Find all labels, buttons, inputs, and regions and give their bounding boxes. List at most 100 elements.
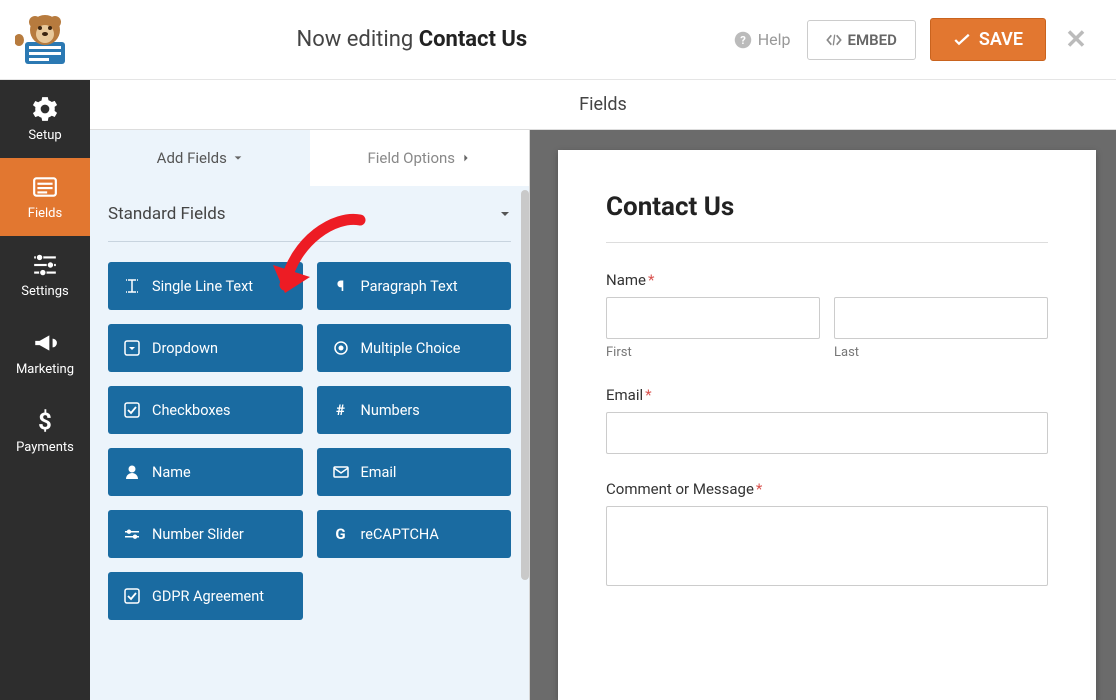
tab-field-options[interactable]: Field Options	[310, 130, 530, 186]
check-square-icon	[124, 588, 140, 604]
caret-square-icon	[124, 340, 140, 356]
left-nav: Setup Fields Settings Marketing $ Paymen…	[0, 80, 90, 700]
nav-label: Fields	[28, 206, 62, 221]
panel-header: Fields	[90, 80, 1116, 130]
field-number-slider[interactable]: Number Slider	[108, 510, 303, 558]
tab-label: Add Fields	[157, 149, 227, 167]
nav-marketing[interactable]: Marketing	[0, 314, 90, 392]
field-label: Single Line Text	[152, 278, 253, 295]
panel-scrollbar[interactable]	[521, 190, 529, 580]
first-name-input[interactable]	[606, 297, 820, 339]
help-icon: ?	[734, 31, 752, 49]
bullhorn-icon	[32, 330, 58, 356]
save-button[interactable]: SAVE	[930, 18, 1046, 61]
field-row-comment[interactable]: Comment or Message*	[606, 480, 1048, 590]
check-icon	[953, 33, 971, 47]
chevron-down-icon	[499, 208, 511, 220]
field-name[interactable]: Name	[108, 448, 303, 496]
last-name-input[interactable]	[834, 297, 1048, 339]
check-square-icon	[124, 402, 140, 418]
email-label: Email*	[606, 386, 1048, 404]
field-label: Dropdown	[152, 340, 218, 357]
slider-icon	[124, 526, 140, 542]
embed-label: EMBED	[848, 31, 897, 49]
required-marker: *	[648, 271, 654, 289]
field-grid: Single Line Text ¶ Paragraph Text Dropdo…	[90, 242, 529, 640]
comment-textarea[interactable]	[606, 506, 1048, 586]
nav-label: Marketing	[16, 362, 74, 377]
required-marker: *	[645, 386, 651, 404]
field-gdpr-agreement[interactable]: GDPR Agreement	[108, 572, 303, 620]
field-label: GDPR Agreement	[152, 588, 264, 605]
nav-payments[interactable]: $ Payments	[0, 392, 90, 470]
form-name: Contact Us	[419, 27, 528, 52]
required-marker: *	[756, 480, 762, 498]
chevron-down-icon	[233, 153, 243, 163]
field-label: Checkboxes	[152, 402, 231, 419]
section-standard-fields[interactable]: Standard Fields	[108, 186, 511, 242]
app-logo	[0, 0, 90, 80]
top-bar: Now editing Contact Us ? Help EMBED SAVE…	[0, 0, 1116, 80]
preview-area: Contact Us Name* First Last Email*	[530, 130, 1116, 700]
list-icon	[32, 174, 58, 200]
chevron-right-icon	[461, 153, 471, 163]
tab-add-fields[interactable]: Add Fields	[90, 130, 310, 186]
field-single-line-text[interactable]: Single Line Text	[108, 262, 303, 310]
save-label: SAVE	[979, 29, 1023, 50]
panel-tabs: Add Fields Field Options	[90, 130, 529, 186]
text-cursor-icon	[124, 278, 140, 294]
form-preview: Contact Us Name* First Last Email*	[558, 150, 1096, 700]
sliders-icon	[32, 252, 58, 278]
name-label: Name*	[606, 271, 1048, 289]
svg-text:?: ?	[740, 33, 746, 46]
field-label: Numbers	[361, 402, 420, 419]
field-label: Number Slider	[152, 526, 244, 543]
field-row-name[interactable]: Name* First Last	[606, 271, 1048, 360]
field-label: reCAPTCHA	[361, 526, 439, 543]
dollar-icon: $	[32, 408, 58, 434]
radio-icon	[333, 340, 349, 356]
last-sublabel: Last	[834, 345, 1048, 360]
user-icon	[124, 464, 140, 480]
field-label: Paragraph Text	[361, 278, 458, 295]
field-paragraph-text[interactable]: ¶ Paragraph Text	[317, 262, 512, 310]
email-input[interactable]	[606, 412, 1048, 454]
field-email[interactable]: Email	[317, 448, 512, 496]
gear-icon	[32, 96, 58, 122]
field-numbers[interactable]: # Numbers	[317, 386, 512, 434]
section-title: Standard Fields	[108, 204, 226, 224]
hash-icon: #	[333, 402, 349, 418]
main-area: Fields Add Fields Field Options Standard…	[90, 80, 1116, 700]
svg-text:$: $	[38, 408, 52, 434]
nav-settings[interactable]: Settings	[0, 236, 90, 314]
field-multiple-choice[interactable]: Multiple Choice	[317, 324, 512, 372]
field-dropdown[interactable]: Dropdown	[108, 324, 303, 372]
embed-button[interactable]: EMBED	[807, 20, 916, 60]
field-label: Email	[361, 464, 397, 481]
help-label: Help	[758, 30, 791, 49]
editing-title: Now editing Contact Us	[90, 27, 734, 52]
field-checkboxes[interactable]: Checkboxes	[108, 386, 303, 434]
close-button[interactable]: ✕	[1056, 25, 1096, 55]
nav-label: Payments	[16, 440, 74, 455]
field-label: Multiple Choice	[361, 340, 461, 357]
nav-label: Settings	[21, 284, 68, 299]
envelope-icon	[333, 464, 349, 480]
first-sublabel: First	[606, 345, 820, 360]
help-link[interactable]: ? Help	[734, 30, 791, 49]
google-g-icon: G	[333, 526, 349, 542]
nav-setup[interactable]: Setup	[0, 80, 90, 158]
editing-prefix: Now editing	[297, 27, 419, 52]
nav-fields[interactable]: Fields	[0, 158, 90, 236]
paragraph-icon: ¶	[333, 278, 349, 294]
field-row-email[interactable]: Email*	[606, 386, 1048, 454]
fields-panel: Add Fields Field Options Standard Fields…	[90, 130, 530, 700]
form-title: Contact Us	[606, 192, 1048, 222]
field-recaptcha[interactable]: G reCAPTCHA	[317, 510, 512, 558]
comment-label: Comment or Message*	[606, 480, 1048, 498]
divider	[606, 242, 1048, 243]
field-label: Name	[152, 464, 191, 481]
tab-label: Field Options	[367, 149, 455, 167]
nav-label: Setup	[28, 128, 61, 143]
code-icon	[826, 33, 842, 47]
